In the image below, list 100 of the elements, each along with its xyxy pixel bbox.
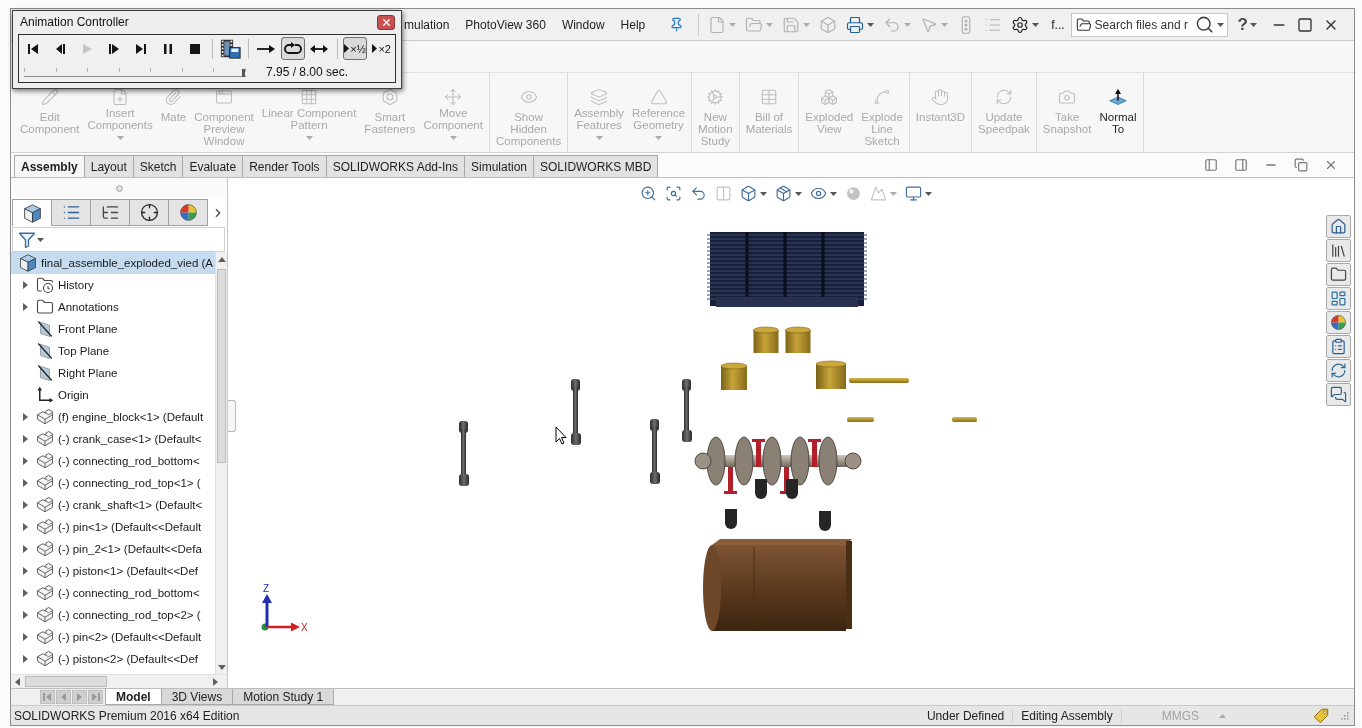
expand-arrow-icon[interactable] — [22, 413, 28, 421]
tree-item[interactable]: (-) connecting_rod_bottom< — [11, 582, 215, 604]
tree-item[interactable]: (-) pin<1> (Default<<Default — [11, 516, 215, 538]
command-tab[interactable]: Render Tools — [242, 155, 327, 177]
menu-item[interactable]: mulation — [404, 14, 450, 35]
vertical-scrollbar[interactable] — [215, 252, 227, 674]
menu-item[interactable]: PhotoView 360 — [465, 14, 546, 35]
caret-icon[interactable] — [37, 237, 44, 242]
tree-item[interactable]: (-) pin_2<1> (Default<<Defa — [11, 538, 215, 560]
tree-item[interactable]: Origin — [11, 384, 215, 406]
expand-arrow-icon[interactable] — [22, 589, 28, 597]
skip-to-end-icon[interactable] — [133, 41, 148, 56]
expand-arrow-icon[interactable] — [22, 457, 28, 465]
expand-arrow-icon[interactable] — [22, 611, 28, 619]
manager-tab[interactable] — [12, 199, 52, 226]
panel-left-icon[interactable] — [1204, 158, 1218, 172]
expand-arrow-icon[interactable] — [22, 501, 28, 509]
zoom-to-fit-button[interactable] — [640, 185, 657, 202]
command-tab[interactable]: SOLIDWORKS Add-Ins — [325, 155, 465, 177]
command-tab[interactable]: SOLIDWORKS MBD — [533, 155, 659, 177]
caret-icon[interactable] — [1250, 22, 1257, 27]
close-button[interactable] — [377, 14, 395, 30]
scroll-right-icon[interactable] — [212, 677, 218, 686]
panel-right-icon[interactable] — [1234, 158, 1248, 172]
task-pane-button[interactable] — [1326, 311, 1351, 334]
scroll-left-icon[interactable] — [14, 677, 20, 686]
view-settings-button[interactable] — [905, 185, 932, 202]
task-pane-button[interactable] — [1326, 287, 1351, 310]
display-style-button[interactable] — [775, 185, 802, 202]
splitter-handle[interactable] — [228, 400, 236, 432]
task-pane-button[interactable] — [1326, 239, 1351, 262]
tree-item[interactable]: (-) crank_case<1> (Default< — [11, 428, 215, 450]
tree-item[interactable]: final_assemble_exploded_vied (A — [11, 252, 215, 274]
tree-item[interactable]: Top Plane — [11, 340, 215, 362]
folder-open-icon[interactable] — [1075, 16, 1092, 33]
step-forward-icon[interactable] — [106, 41, 121, 56]
search-box[interactable]: Search files and r — [1070, 12, 1228, 37]
help-button[interactable]: ? — [1235, 14, 1250, 35]
task-pane-button[interactable] — [1326, 359, 1351, 382]
menu-item[interactable]: Window — [561, 14, 605, 35]
tree-item[interactable]: (f) engine_block<1> (Default — [11, 406, 215, 428]
manager-tab[interactable] — [129, 199, 169, 226]
expand-arrow-icon[interactable] — [22, 567, 28, 575]
task-pane-button[interactable] — [1326, 263, 1351, 286]
tree-item[interactable]: (-) connecting_rod_bottom< — [11, 450, 215, 472]
expand-arrow-icon[interactable] — [22, 655, 28, 663]
scroll-down-icon[interactable] — [217, 664, 226, 670]
task-pane-button[interactable] — [1326, 215, 1351, 238]
bottom-tab[interactable]: 3D Views — [160, 689, 234, 705]
stop-icon[interactable] — [187, 41, 202, 56]
command-tab[interactable]: Evaluate — [182, 155, 244, 177]
horizontal-scrollbar[interactable] — [11, 674, 227, 688]
tree-item[interactable]: Right Plane — [11, 362, 215, 384]
film-save-icon[interactable] — [220, 38, 241, 59]
resize-grip-icon[interactable] — [1340, 711, 1349, 720]
task-pane-button[interactable] — [1326, 383, 1351, 406]
bottom-tab[interactable]: Model — [105, 689, 162, 705]
expand-arrow-icon[interactable] — [22, 435, 28, 443]
search-field[interactable]: Search files and r — [1094, 17, 1192, 32]
file-name-text[interactable]: f... — [1051, 17, 1065, 32]
command-tab[interactable]: Assembly — [14, 155, 85, 177]
tree-item[interactable]: History — [11, 274, 215, 296]
slider-thumb[interactable] — [241, 68, 245, 77]
tree-item[interactable]: Front Plane — [11, 318, 215, 340]
tag-icon[interactable] — [1312, 706, 1330, 725]
caret-icon[interactable] — [1216, 22, 1224, 27]
print-button[interactable] — [846, 15, 875, 34]
tree-item[interactable]: (-) piston<1> (Default<<Def — [11, 560, 215, 582]
command-tab[interactable]: Layout — [83, 155, 134, 177]
command-tab[interactable]: Simulation — [464, 155, 535, 177]
restore-icon[interactable] — [1294, 158, 1308, 172]
tree-item[interactable]: Annotations — [11, 296, 215, 318]
expand-arrow-icon[interactable] — [22, 545, 28, 553]
timeline-slider[interactable] — [24, 67, 246, 77]
menu-item[interactable]: Help — [620, 14, 646, 35]
tree-item[interactable]: (-) crank_shaft<1> (Default< — [11, 494, 215, 516]
previous-view-button[interactable] — [690, 185, 707, 202]
scroll-up-icon[interactable] — [217, 256, 226, 262]
maximize-icon[interactable] — [1297, 16, 1313, 33]
speed-button[interactable]: ×½ — [342, 37, 368, 60]
expand-arrow-icon[interactable] — [22, 479, 28, 487]
panel-grip-icon[interactable] — [115, 184, 123, 192]
expand-arrow-icon[interactable] — [22, 523, 28, 531]
tree-item[interactable]: (-) pin<2> (Default<<Default — [11, 626, 215, 648]
expand-arrow-icon[interactable] — [22, 281, 28, 289]
bottom-tab[interactable]: Motion Study 1 — [232, 689, 335, 705]
view-orientation-button[interactable] — [740, 185, 767, 202]
search-icon[interactable] — [1194, 15, 1214, 34]
tree-item[interactable]: (-) piston<2> (Default<<Def — [11, 648, 215, 670]
pin-icon[interactable] — [669, 17, 685, 32]
expand-arrow-icon[interactable] — [22, 303, 28, 311]
options-button[interactable] — [1011, 15, 1040, 34]
zoom-to-area-button[interactable] — [665, 185, 682, 202]
speed-button[interactable]: ×2 — [369, 37, 394, 60]
skip-to-start-icon[interactable] — [25, 41, 40, 56]
scrollbar-thumb[interactable] — [25, 676, 107, 687]
hide-show-button[interactable] — [810, 185, 837, 202]
scrollbar-thumb[interactable] — [217, 269, 226, 463]
filter-icon[interactable] — [18, 230, 36, 249]
playback-mode-button[interactable] — [280, 37, 306, 60]
